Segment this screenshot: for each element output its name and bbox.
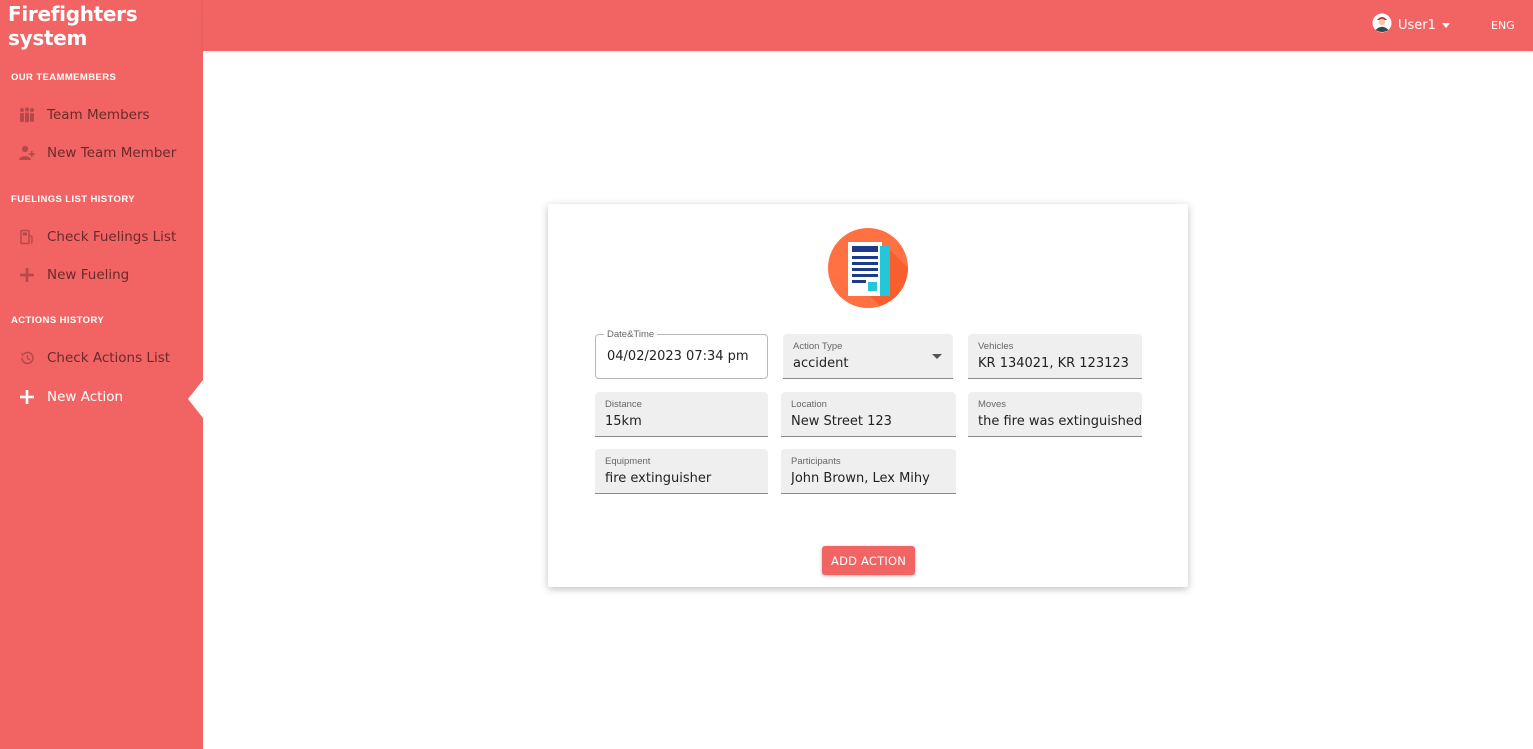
field-label: Moves xyxy=(978,399,1006,410)
document-icon xyxy=(828,228,908,308)
equipment-field[interactable]: Equipment fire extinguisher xyxy=(595,449,768,494)
sidebar-item-label: New Action xyxy=(47,389,124,405)
field-value: 04/02/2023 07:34 pm xyxy=(607,349,749,364)
field-label: Equipment xyxy=(605,456,651,467)
active-indicator xyxy=(188,380,203,418)
chevron-down-icon xyxy=(1441,22,1450,28)
field-label: Location xyxy=(791,399,827,410)
datetime-field[interactable]: Date&Time 04/02/2023 07:34 pm xyxy=(595,329,768,379)
sidebar-item-new-team-member[interactable]: New Team Member xyxy=(0,136,203,170)
section-title-fuelings: FUELINGS LIST HISTORY xyxy=(11,194,135,205)
team-icon xyxy=(18,106,36,124)
chevron-down-icon xyxy=(932,354,942,359)
participants-field[interactable]: Participants John Brown, Lex Mihy xyxy=(781,449,956,494)
user-name: User1 xyxy=(1398,17,1436,33)
plus-icon xyxy=(18,266,36,284)
vehicles-field[interactable]: Vehicles KR 134021, KR 123123 xyxy=(968,334,1142,379)
field-value: accident xyxy=(793,356,849,371)
field-value: New Street 123 xyxy=(791,414,892,429)
sidebar-item-label: New Team Member xyxy=(47,145,177,161)
sidebar-item-check-actions[interactable]: Check Actions List xyxy=(0,341,203,375)
top-bar xyxy=(203,0,1533,51)
plus-icon xyxy=(18,388,36,406)
field-label: Distance xyxy=(605,399,642,410)
moves-field[interactable]: Moves the fire was extinguished and xyxy=(968,392,1142,437)
field-value: the fire was extinguished and xyxy=(978,414,1142,429)
language-selector[interactable]: ENG xyxy=(1491,19,1515,32)
sidebar-item-label: Check Fuelings List xyxy=(47,229,177,245)
fuel-icon xyxy=(18,228,36,246)
field-label: Date&Time xyxy=(604,329,658,340)
section-title-teammembers: OUR TEAMMEMBERS xyxy=(11,72,117,83)
sidebar-item-label: Team Members xyxy=(47,107,150,123)
field-value: fire extinguisher xyxy=(605,471,712,486)
field-label: Participants xyxy=(791,456,841,467)
sidebar-item-new-action[interactable]: New Action xyxy=(0,380,203,414)
action-type-select[interactable]: Action Type accident xyxy=(783,334,953,379)
sidebar: Firefighters system OUR TEAMMEMBERS Team… xyxy=(0,0,203,749)
field-label: Action Type xyxy=(793,341,843,352)
avatar-icon xyxy=(1372,13,1392,38)
field-label: Vehicles xyxy=(978,341,1014,352)
add-action-button[interactable]: ADD ACTION xyxy=(822,546,915,575)
history-icon xyxy=(18,349,36,367)
location-field[interactable]: Location New Street 123 xyxy=(781,392,956,437)
add-user-icon xyxy=(18,144,36,162)
section-title-actions: ACTIONS HISTORY xyxy=(11,315,105,326)
field-value: John Brown, Lex Mihy xyxy=(791,471,930,486)
field-value: KR 134021, KR 123123 xyxy=(978,356,1129,371)
sidebar-item-label: New Fueling xyxy=(47,267,130,283)
sidebar-item-team-members[interactable]: Team Members xyxy=(0,98,203,132)
user-menu[interactable]: User1 xyxy=(1372,13,1450,38)
sidebar-item-label: Check Actions List xyxy=(47,350,171,366)
sidebar-item-new-fueling[interactable]: New Fueling xyxy=(0,258,203,292)
sidebar-item-check-fuelings[interactable]: Check Fuelings List xyxy=(0,220,203,254)
field-value: 15km xyxy=(605,414,642,429)
app-title: Firefighters system xyxy=(8,1,138,50)
distance-field[interactable]: Distance 15km xyxy=(595,392,768,437)
new-action-form: Date&Time 04/02/2023 07:34 pm Action Typ… xyxy=(548,204,1188,587)
